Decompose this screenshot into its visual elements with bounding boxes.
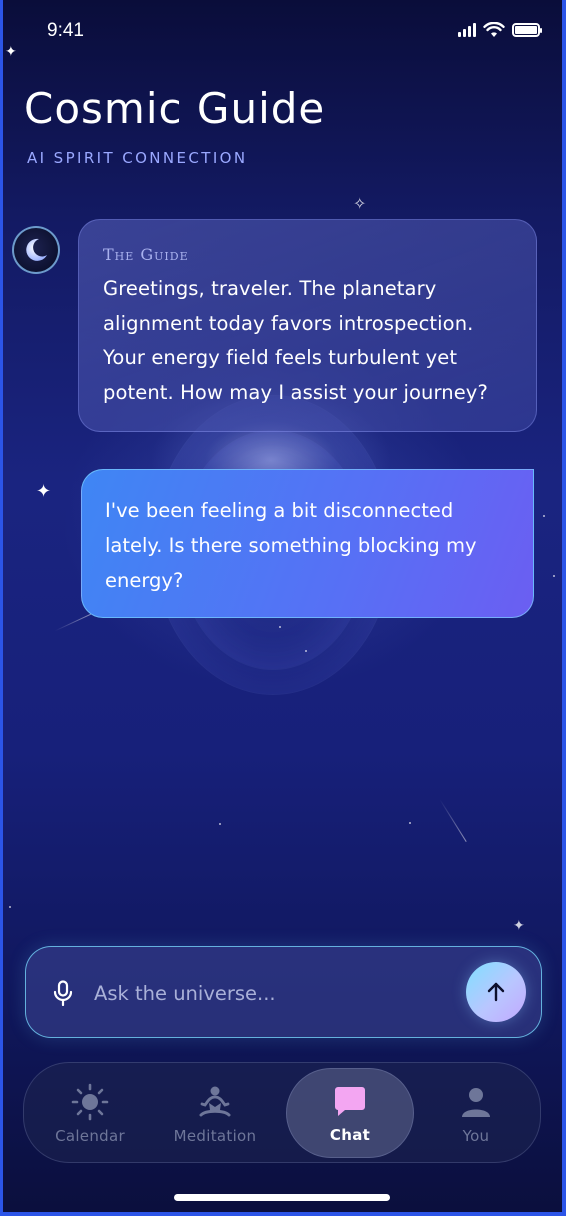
tab-you[interactable]: You <box>434 1063 518 1164</box>
star-dot <box>553 575 555 577</box>
shooting-star <box>439 799 467 842</box>
message-text: I've been feeling a bit disconnected lat… <box>105 499 477 592</box>
star-dot <box>9 906 11 908</box>
sparkle-icon: ✦ <box>5 43 17 59</box>
tab-chat[interactable]: Chat <box>286 1068 414 1158</box>
chat-icon <box>331 1082 369 1120</box>
tab-label: Calendar <box>55 1126 125 1145</box>
battery-icon <box>512 23 542 37</box>
status-time: 9:41 <box>47 20 84 41</box>
tab-label: Chat <box>329 1126 371 1144</box>
sparkle-icon: ✦ <box>36 481 52 501</box>
guide-avatar <box>12 226 60 274</box>
sun-icon <box>71 1083 109 1121</box>
message-text: Greetings, traveler. The planetary align… <box>103 277 488 404</box>
star-dot <box>543 515 545 517</box>
cellular-signal-icon <box>458 23 476 37</box>
tab-meditation[interactable]: Meditation <box>160 1063 270 1164</box>
star-dot <box>409 822 411 824</box>
wifi-icon <box>483 22 505 37</box>
microphone-icon[interactable] <box>52 980 74 1006</box>
tab-label: Meditation <box>173 1126 257 1145</box>
app-screen: ✦ ✧ ✦ ✦ 9:41 Cosmic Guide AI SPIRIT CONN… <box>3 0 562 1212</box>
star-dot <box>279 626 281 628</box>
page-title: Cosmic Guide <box>24 84 326 133</box>
message-sender: The Guide <box>103 245 189 264</box>
message-input[interactable] <box>94 975 454 1011</box>
moon-icon <box>26 238 47 261</box>
send-button[interactable] <box>466 962 526 1022</box>
star-dot <box>219 823 221 825</box>
page-subtitle: AI SPIRIT CONNECTION <box>27 149 248 167</box>
guide-message-bubble: The Guide Greetings, traveler. The plane… <box>78 219 537 432</box>
shooting-star <box>54 613 92 632</box>
meditation-icon <box>196 1083 234 1121</box>
bottom-tab-bar: Calendar Meditation Chat You <box>23 1062 541 1163</box>
home-indicator <box>174 1194 390 1201</box>
message-composer <box>25 946 542 1038</box>
user-message-bubble: I've been feeling a bit disconnected lat… <box>81 469 534 618</box>
sparkle-icon: ✧ <box>353 196 367 213</box>
arrow-up-icon <box>487 982 505 1002</box>
star-dot <box>305 650 307 652</box>
person-icon <box>457 1083 495 1121</box>
tab-calendar[interactable]: Calendar <box>42 1063 138 1164</box>
tab-label: You <box>462 1126 490 1145</box>
sparkle-icon: ✦ <box>513 917 525 933</box>
status-icons <box>458 22 542 38</box>
